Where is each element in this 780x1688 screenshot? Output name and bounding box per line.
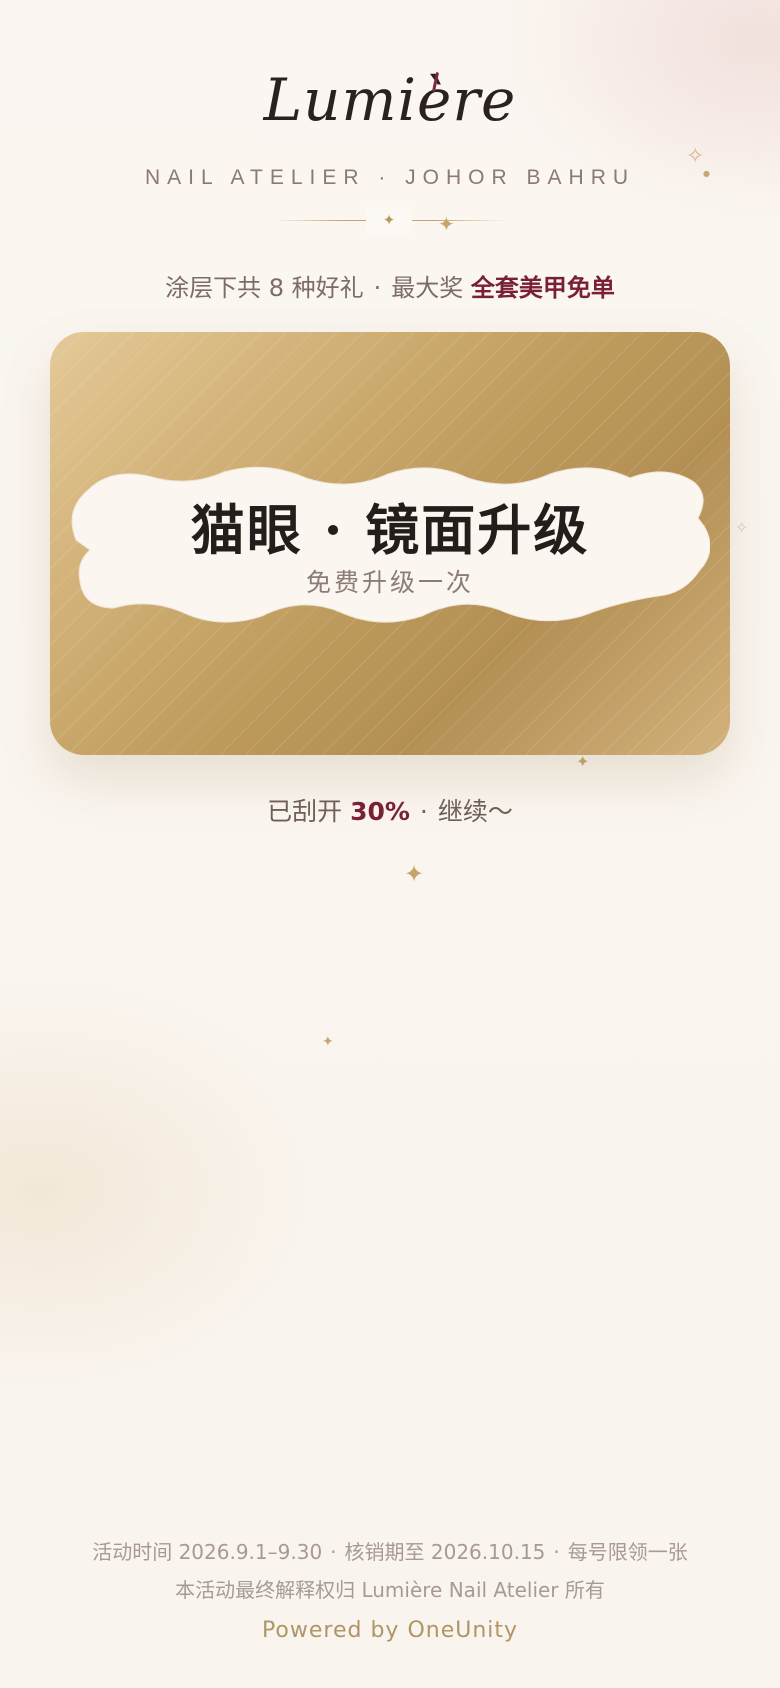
promo-grand-prize: 全套美甲免单 bbox=[470, 274, 615, 302]
promo-separator: · bbox=[373, 274, 382, 302]
brand-subtitle: NAIL ATELIER · JOHOR BAHRU bbox=[144, 166, 636, 189]
footer-period: 活动时间 2026.9.1–9.30 bbox=[92, 1540, 323, 1564]
footer-separator: · bbox=[330, 1540, 337, 1564]
footer-limit: 每号限领一张 bbox=[567, 1540, 688, 1564]
sparkle-icon: ✦ bbox=[382, 211, 396, 229]
footer-rights: 本活动最终解释权归 Lumière Nail Atelier 所有 bbox=[175, 1578, 605, 1602]
sparkle-icon: ✦ bbox=[576, 752, 590, 771]
footer-terms: 活动时间 2026.9.1–9.30 · 核销期至 2026.10.15 · 每号限领一… bbox=[0, 1536, 780, 1565]
sparkle-icon: ✦ bbox=[322, 1034, 334, 1050]
progress-percent: 30% bbox=[350, 797, 410, 826]
promo-label: 最大奖 bbox=[391, 274, 464, 302]
promo-prefix: 涂层下共 8 种好礼 bbox=[165, 274, 364, 302]
promo-summary: 涂层下共 8 种好礼 · 最大奖 全套美甲免单 bbox=[0, 268, 780, 303]
brand-logo: Lumière bbox=[263, 66, 517, 134]
sparkle-outline-icon: ✧ bbox=[686, 144, 705, 169]
sparkle-icon: ✦ bbox=[438, 212, 455, 236]
prize-description: 免费升级一次 bbox=[305, 568, 474, 597]
sparkle-dot-icon: ● bbox=[703, 169, 710, 178]
scratch-progress: 已刮开 30% · 继续～ bbox=[0, 792, 780, 828]
progress-hint: 继续～ bbox=[437, 797, 513, 826]
footer-redeem: 核销期至 2026.10.15 bbox=[344, 1540, 546, 1564]
sparkle-outline-icon: ✧ bbox=[735, 518, 749, 537]
sparkle-icon: ✦ bbox=[404, 860, 425, 888]
footer-separator: · bbox=[553, 1540, 560, 1564]
progress-label: 已刮开 bbox=[267, 797, 343, 826]
progress-separator: · bbox=[419, 797, 428, 826]
prize-title: 猫眼 · 镜面升级 bbox=[190, 498, 590, 562]
powered-by-link[interactable]: Powered by OneUnity bbox=[0, 1618, 780, 1643]
